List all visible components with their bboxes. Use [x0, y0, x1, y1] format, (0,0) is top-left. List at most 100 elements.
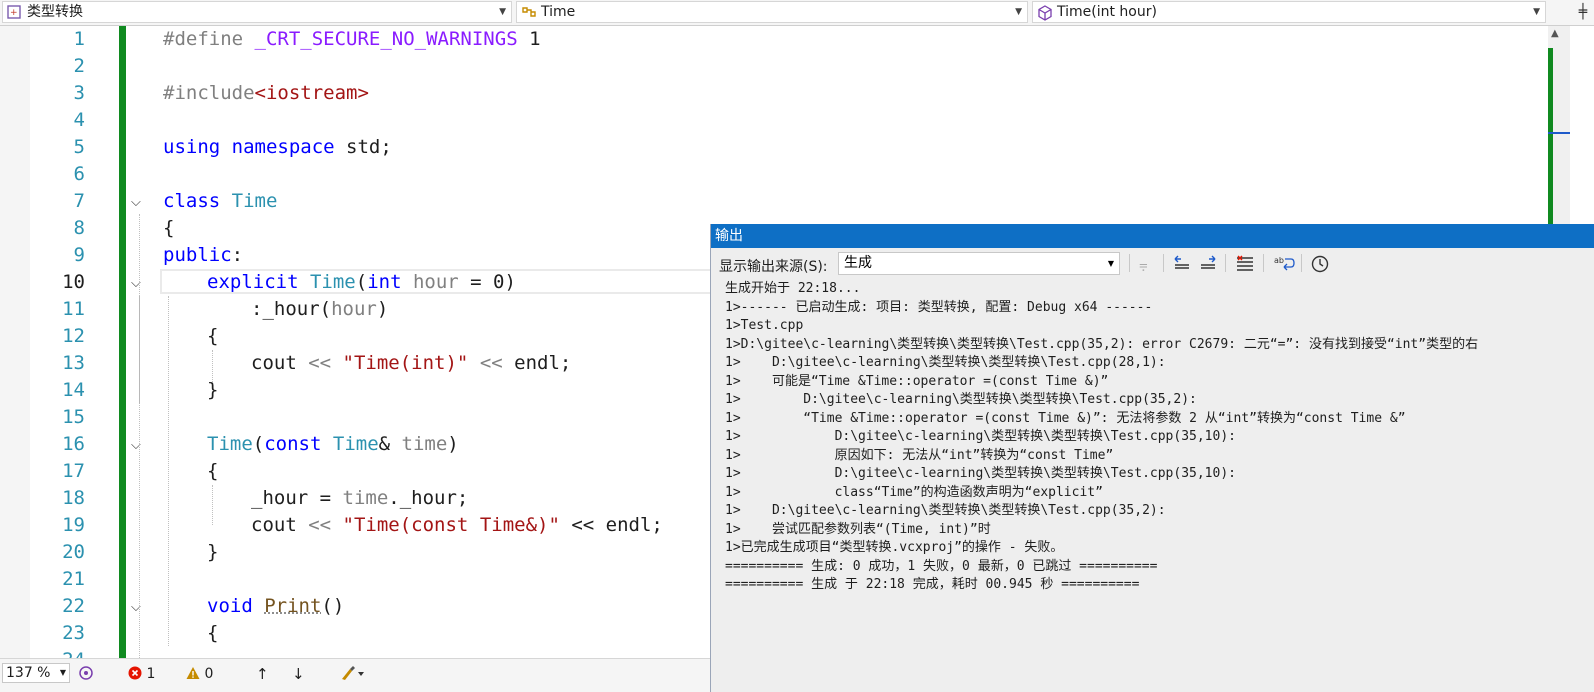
line-number: 10: [62, 271, 85, 293]
output-text-area[interactable]: 生成开始于 22:18... 1>------ 已启动生成: 项目: 类型转换, …: [711, 278, 1594, 692]
next-issue-icon[interactable]: ↓: [292, 665, 305, 683]
output-line: 1>Test.cpp: [725, 318, 804, 333]
code-line: cout << "Time(int)" << endl;: [251, 352, 572, 374]
zoom-dropdown[interactable]: 137 % ▼: [2, 663, 70, 683]
project-name: 类型转换: [27, 4, 83, 20]
output-line: ========== 生成 于 22:18 完成，耗时 00.945 秒 ===…: [725, 577, 1140, 592]
scope-dropdown[interactable]: Time ▼: [516, 1, 1028, 23]
next-message-icon[interactable]: [1199, 255, 1217, 275]
line-number: 14: [62, 379, 85, 401]
line-number: 16: [62, 433, 85, 455]
error-icon: [128, 666, 142, 680]
output-line: 1>------ 已启动生成: 项目: 类型转换, 配置: Debug x64 …: [725, 299, 1153, 315]
change-tracking-bar: [119, 26, 126, 658]
member-dropdown[interactable]: Time(int hour) ▼: [1032, 1, 1546, 23]
scroll-up-icon[interactable]: ▲: [1551, 28, 1559, 39]
line-number: 12: [62, 325, 85, 347]
clear-all-icon[interactable]: [1235, 255, 1255, 275]
line-number: 13: [62, 352, 85, 374]
line-number: 17: [62, 460, 85, 482]
chevron-down-icon: ▼: [1107, 259, 1114, 268]
line-number: 11: [62, 298, 85, 320]
class-icon: [522, 7, 536, 17]
editor-status-bar: 137 % ▼ 1 0 ↑ ↓: [0, 658, 710, 692]
previous-issue-icon[interactable]: ↑: [256, 665, 269, 683]
code-line: class Time: [163, 190, 278, 212]
chevron-down-icon: ▼: [1015, 7, 1022, 17]
code-line: cout << "Time(const Time&)" << endl;: [251, 514, 663, 536]
output-source-dropdown[interactable]: 生成 ▼: [838, 252, 1120, 275]
line-number: 24: [30, 647, 85, 658]
fold-chevron-icon[interactable]: ⌵: [131, 189, 141, 216]
output-line: 1> D:\gitee\c-learning\类型转换\类型转换\Test.cp…: [725, 503, 1166, 518]
code-line: using namespace std;: [163, 136, 392, 158]
project-dropdown[interactable]: + 类型转换 ▼: [2, 1, 512, 23]
code-line: {: [163, 217, 175, 239]
chevron-down-icon: ▼: [59, 668, 66, 677]
code-line: #define _CRT_SECURE_NO_WARNINGS 1: [163, 28, 541, 50]
output-line: 1>D:\gitee\c-learning\类型转换\类型转换\Test.cpp…: [725, 336, 1479, 352]
code-line: :_hour(hour): [251, 298, 389, 320]
line-number: 1: [73, 28, 85, 50]
warning-count[interactable]: 0: [186, 665, 213, 683]
code-line: _hour = time._hour;: [251, 487, 469, 509]
line-number: 6: [73, 163, 85, 185]
line-number: 20: [62, 541, 85, 563]
change-marker: [1548, 48, 1553, 228]
line-number: 5: [73, 136, 85, 158]
output-toolbar: 显示输出来源(S): 生成 ▼ ⩦ ab: [711, 248, 1594, 278]
code-line: {: [207, 460, 219, 482]
previous-message-icon[interactable]: [1173, 255, 1191, 275]
line-number: 4: [73, 109, 85, 131]
output-line: 1> 原因如下: 无法从“int”转换为“const Time”: [725, 447, 1114, 463]
output-line: 1>已完成生成项目“类型转换.vcxproj”的操作 - 失败。: [725, 540, 1064, 555]
code-cleanup-icon[interactable]: [340, 665, 366, 686]
error-count[interactable]: 1: [128, 665, 155, 683]
split-window-icon[interactable]: ╪: [1574, 2, 1592, 22]
output-line: 生成开始于 22:18...: [725, 281, 861, 296]
line-number: 15: [62, 406, 85, 428]
code-line: }: [207, 541, 219, 563]
code-line: public:: [163, 244, 244, 266]
output-title[interactable]: 输出: [711, 224, 1594, 248]
output-line: 1> class“Time”的构造函数声明为“explicit”: [725, 484, 1103, 500]
output-line: 1> D:\gitee\c-learning\类型转换\类型转换\Test.cp…: [725, 429, 1236, 444]
line-number: 18: [62, 487, 85, 509]
output-line: 1> D:\gitee\c-learning\类型转换\类型转换\Test.cp…: [725, 466, 1236, 481]
timestamp-icon[interactable]: [1311, 255, 1329, 277]
warning-icon: [186, 667, 200, 679]
project-icon: +: [7, 5, 21, 19]
chevron-down-icon: ▼: [499, 7, 506, 17]
output-line: 1> 可能是“Time &Time::operator =(const Time…: [725, 373, 1109, 389]
line-number: 8: [73, 217, 85, 239]
output-line: 1> D:\gitee\c-learning\类型转换\类型转换\Test.cp…: [725, 392, 1197, 407]
code-line: Time(const Time& time): [207, 433, 459, 455]
svg-text:+: +: [10, 8, 18, 18]
outline-guide: [139, 296, 140, 404]
indent-guide: [168, 296, 169, 646]
line-number: 7: [73, 190, 85, 212]
outline-guide: [139, 214, 140, 658]
code-line: explicit Time(int hour = 0): [207, 271, 516, 293]
svg-text:ab: ab: [1274, 256, 1284, 265]
output-line: 1> 尝试匹配参数列表“(Time, int)”时: [725, 521, 991, 537]
line-number: 23: [62, 622, 85, 644]
line-number: 19: [62, 514, 85, 536]
line-number: 3: [73, 82, 85, 104]
code-line: {: [207, 622, 219, 644]
intellicode-icon[interactable]: [78, 665, 94, 686]
navigation-bar: + 类型转换 ▼ Time ▼ Time(int hour) ▼ ╪: [0, 0, 1594, 26]
member-name: Time(int hour): [1057, 4, 1157, 20]
indicator-margin: [0, 26, 30, 658]
find-message-icon[interactable]: ⩦: [1139, 255, 1148, 273]
word-wrap-icon[interactable]: ab: [1273, 255, 1295, 275]
caret-position-marker: [1548, 132, 1570, 134]
output-line: ========== 生成: 0 成功，1 失败，0 最新，0 已跳过 ====…: [725, 558, 1158, 574]
output-line: 1> D:\gitee\c-learning\类型转换\类型转换\Test.cp…: [725, 355, 1166, 370]
output-line: 1> “Time &Time::operator =(const Time &)…: [725, 410, 1406, 426]
output-window: 输出 显示输出来源(S): 生成 ▼ ⩦ ab 生成开始于 22:18... 1>-…: [710, 224, 1594, 692]
code-line: void Print(): [207, 595, 345, 617]
line-number: 2: [73, 55, 85, 77]
method-icon: [1038, 5, 1052, 21]
code-line: }: [207, 379, 219, 401]
